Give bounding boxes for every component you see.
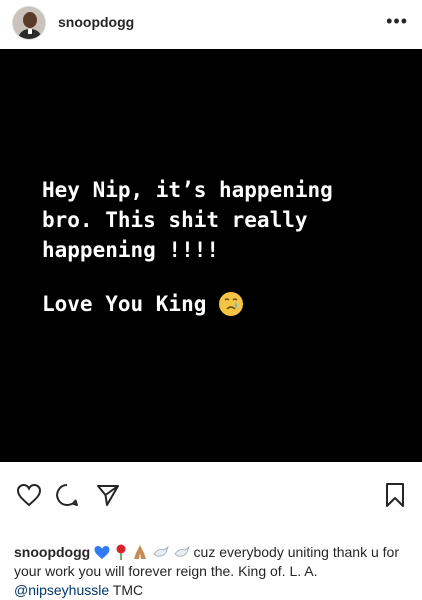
post-text-main: Hey Nip, it’s happening bro. This shit r…: [42, 178, 333, 262]
comment-icon[interactable]: [52, 480, 82, 510]
heart-outline-icon[interactable]: [14, 480, 44, 510]
avatar[interactable]: [12, 6, 46, 40]
post-text-love-label: Love You King: [42, 292, 207, 316]
rose-icon: [116, 544, 126, 560]
praying-hands-icon: [133, 545, 146, 559]
caption-username[interactable]: snoopdogg: [14, 544, 90, 560]
dove-icon: [153, 545, 169, 557]
avatar-image: [13, 7, 45, 39]
caption: snoopdogg cuz everybody uniting thank u …: [14, 543, 414, 600]
more-options-icon[interactable]: •••: [386, 12, 408, 30]
post-header: snoopdogg •••: [0, 0, 422, 47]
crying-face-icon: [219, 292, 244, 316]
blue-heart-icon: [94, 546, 110, 559]
header-username[interactable]: snoopdogg: [58, 14, 134, 30]
caption-text-2: TMC: [112, 582, 144, 598]
action-bar: [0, 478, 422, 514]
bookmark-icon[interactable]: [380, 480, 410, 510]
paper-plane-icon[interactable]: [93, 480, 123, 510]
dove-icon-2: [174, 545, 190, 557]
caption-mention[interactable]: @nipseyhussle: [14, 582, 109, 598]
post-text-love: Love You King: [42, 289, 244, 319]
post-image[interactable]: Hey Nip, it’s happening bro. This shit r…: [0, 49, 422, 462]
